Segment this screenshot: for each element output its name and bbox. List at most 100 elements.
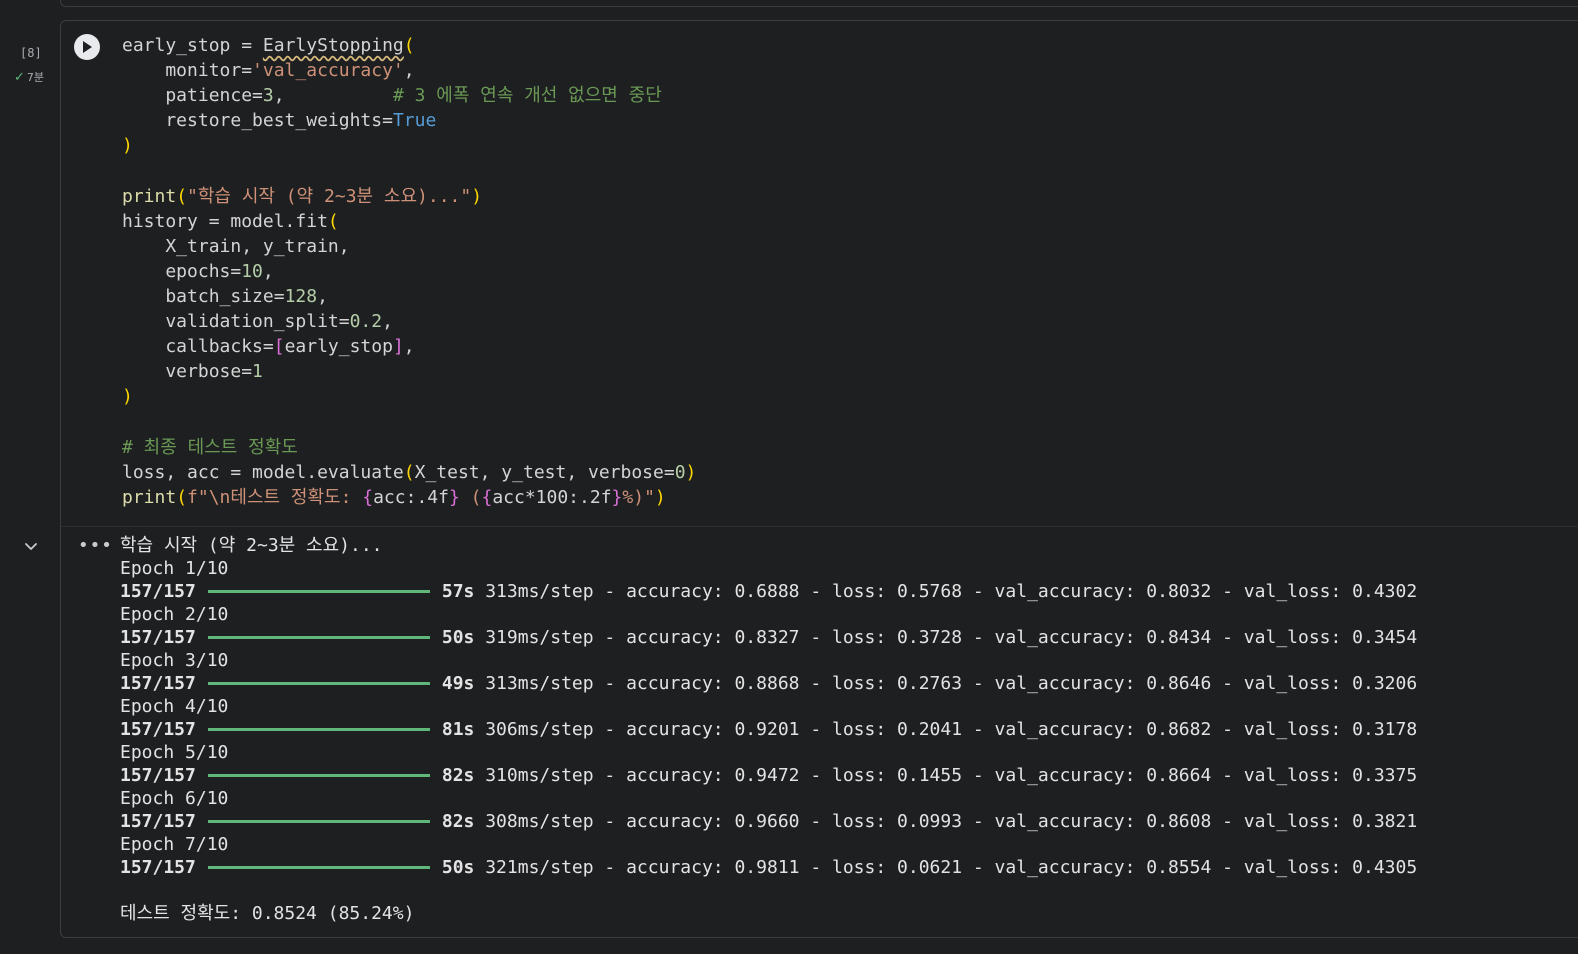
code-line: print("학습 시작 (약 2~3분 소요)...") bbox=[122, 184, 696, 209]
code-token: ( bbox=[176, 486, 188, 508]
execution-time: 7분 bbox=[26, 71, 45, 84]
test-accuracy-result: 테스트 정확도: 0.8524 (85.24%) bbox=[120, 903, 415, 924]
epoch-metrics: 310ms/step - accuracy: 0.9472 - loss: 0.… bbox=[485, 765, 1418, 786]
code-line: print(f"\n테스트 정확도: {acc:.4f} ({acc*100:.… bbox=[122, 485, 696, 510]
epoch-progress-line: 157/157 82s 308ms/step - accuracy: 0.9660… bbox=[120, 810, 1417, 833]
code-line: restore_best_weights=True bbox=[122, 108, 696, 133]
code-token: { bbox=[481, 486, 493, 508]
epoch-progress-line: 157/157 49s 313ms/step - accuracy: 0.8868… bbox=[120, 672, 1417, 695]
code-token: callbacks= bbox=[122, 336, 274, 358]
epoch-time: 57s bbox=[441, 581, 475, 602]
code-token: validation_split= bbox=[122, 311, 350, 333]
code-line: batch_size=128, bbox=[122, 284, 696, 309]
epoch-progress-line: 157/157 82s 310ms/step - accuracy: 0.9472… bbox=[120, 764, 1417, 787]
code-token: ( bbox=[459, 486, 482, 508]
run-cell-button[interactable] bbox=[74, 34, 100, 60]
epoch-progress-line: 157/157 57s 313ms/step - accuracy: 0.6888… bbox=[120, 580, 1417, 603]
collapse-output-button[interactable] bbox=[21, 538, 41, 556]
code-token: 10 bbox=[241, 260, 263, 282]
epoch-steps: 157/157 bbox=[120, 719, 196, 740]
progress-bar bbox=[207, 820, 430, 823]
code-token: 'val_accuracy' bbox=[252, 60, 404, 82]
epoch-log: Epoch 1/10 157/157 57s 313ms/step - accura… bbox=[120, 557, 1417, 879]
code-token: 128 bbox=[284, 285, 318, 307]
code-token: # 3 에폭 연속 개선 없으면 중단 bbox=[392, 85, 662, 107]
epoch-time: 50s bbox=[441, 627, 475, 648]
epoch-steps: 157/157 bbox=[120, 857, 196, 878]
progress-bar bbox=[207, 636, 430, 639]
epoch-label: Epoch 3/10 bbox=[120, 650, 229, 671]
progress-bar bbox=[207, 590, 430, 593]
code-token: ) bbox=[122, 386, 133, 408]
code-token: [ bbox=[273, 336, 285, 358]
epoch-steps: 157/157 bbox=[120, 811, 196, 832]
code-token: ) bbox=[654, 486, 666, 508]
code-token: 3 bbox=[262, 85, 274, 107]
code-line: monitor='val_accuracy', bbox=[122, 58, 696, 83]
code-token: monitor= bbox=[122, 60, 253, 82]
code-token: , bbox=[403, 336, 415, 358]
code-token: epochs= bbox=[122, 260, 242, 282]
epoch-time: 50s bbox=[441, 857, 475, 878]
code-token: ) bbox=[471, 185, 483, 207]
epoch-progress-line: 157/157 50s 321ms/step - accuracy: 0.9811… bbox=[120, 856, 1417, 879]
output-divider bbox=[61, 526, 1578, 527]
code-token: early_stop bbox=[284, 336, 393, 358]
code-line: epochs=10, bbox=[122, 259, 696, 284]
code-token: , bbox=[403, 60, 415, 82]
code-token: batch_size= bbox=[122, 285, 285, 307]
epoch-label: Epoch 7/10 bbox=[120, 834, 229, 855]
code-token: ( bbox=[403, 35, 415, 56]
epoch-metrics: 313ms/step - accuracy: 0.8868 - loss: 0.… bbox=[485, 673, 1418, 694]
code-token: ) bbox=[122, 135, 133, 157]
code-token: EarlyStopping bbox=[262, 35, 404, 56]
cell-gutter: [8] ✓ 7분 bbox=[0, 20, 60, 950]
epoch-metrics: 308ms/step - accuracy: 0.9660 - loss: 0.… bbox=[485, 811, 1418, 832]
code-editor[interactable]: early_stop = EarlyStopping( monitor='val… bbox=[122, 33, 696, 510]
code-token: { bbox=[362, 486, 374, 508]
epoch-time: 82s bbox=[441, 765, 475, 786]
code-token: 0.2 bbox=[349, 311, 383, 333]
epoch-time: 81s bbox=[441, 719, 475, 740]
notebook-page: [8] ✓ 7분 early_stop = EarlyStopping( mon… bbox=[0, 0, 1578, 954]
code-token: True bbox=[392, 110, 437, 132]
progress-bar bbox=[207, 682, 430, 685]
epoch-time: 82s bbox=[441, 811, 475, 832]
code-token: 0 bbox=[674, 461, 686, 483]
code-token: 1 bbox=[252, 361, 263, 383]
code-token: acc:.4f bbox=[373, 486, 449, 508]
progress-bar bbox=[207, 728, 430, 731]
code-token: ( bbox=[176, 185, 188, 207]
code-token: loss, acc = model.evaluate bbox=[122, 461, 404, 483]
epoch-steps: 157/157 bbox=[120, 627, 196, 648]
epoch-label: Epoch 5/10 bbox=[120, 742, 229, 763]
code-line: validation_split=0.2, bbox=[122, 309, 696, 334]
code-token: } bbox=[611, 486, 623, 508]
epoch-progress-line: 157/157 81s 306ms/step - accuracy: 0.9201… bbox=[120, 718, 1417, 741]
epoch-steps: 157/157 bbox=[120, 581, 196, 602]
progress-bar bbox=[207, 774, 430, 777]
execution-status: ✓ 7분 bbox=[14, 69, 44, 85]
code-token: ) bbox=[685, 461, 697, 483]
code-token: verbose= bbox=[122, 361, 253, 383]
ellipsis-icon[interactable]: ••• bbox=[78, 535, 113, 556]
code-token: , bbox=[317, 285, 328, 307]
epoch-progress-line: 157/157 50s 319ms/step - accuracy: 0.8327… bbox=[120, 626, 1417, 649]
execution-count: [8] bbox=[20, 46, 42, 60]
output-header: 학습 시작 (약 2~3분 소요)... bbox=[120, 535, 383, 556]
code-line: early_stop = EarlyStopping( bbox=[122, 33, 696, 58]
cell-output: 학습 시작 (약 2~3분 소요)... Epoch 1/10 157/157 57… bbox=[120, 534, 1417, 925]
check-icon: ✓ bbox=[14, 69, 25, 85]
code-line: ) bbox=[122, 384, 696, 409]
code-line: ) bbox=[122, 133, 696, 158]
code-line: X_train, y_train, bbox=[122, 234, 696, 259]
output-spacer bbox=[120, 879, 1417, 902]
code-token: X_test, y_test, verbose= bbox=[414, 461, 675, 483]
epoch-metrics: 319ms/step - accuracy: 0.8327 - loss: 0.… bbox=[485, 627, 1418, 648]
code-token: print bbox=[122, 486, 177, 508]
code-token: %)" bbox=[622, 486, 655, 508]
code-token: ] bbox=[392, 336, 404, 358]
code-token: ( bbox=[327, 210, 339, 232]
epoch-label: Epoch 4/10 bbox=[120, 696, 229, 717]
